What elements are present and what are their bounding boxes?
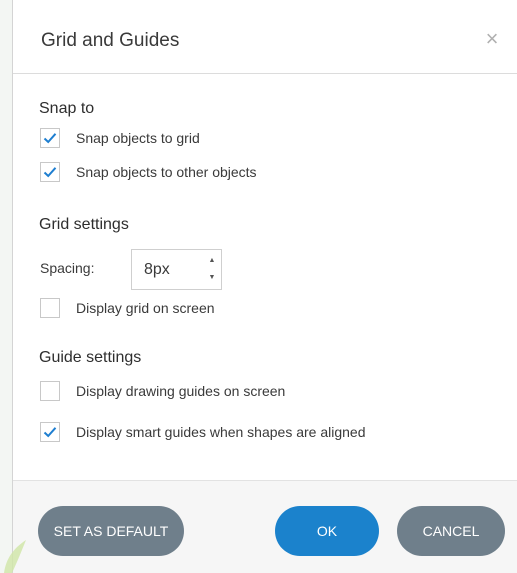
ok-button[interactable]: OK xyxy=(275,506,379,556)
spacing-input[interactable] xyxy=(144,260,199,280)
snap-to-grid-label: Snap objects to grid xyxy=(76,130,200,146)
decorative-leaf-icon xyxy=(4,540,26,573)
snap-to-objects-option[interactable]: Snap objects to other objects xyxy=(40,161,257,183)
increment-arrow-icon[interactable]: ▲ xyxy=(206,253,218,269)
smart-guides-label: Display smart guides when shapes are ali… xyxy=(76,424,366,440)
snap-to-grid-checkbox[interactable] xyxy=(40,128,60,148)
grid-and-guides-dialog: Grid and Guides × Snap to Snap objects t… xyxy=(12,0,517,573)
snap-section-title: Snap to xyxy=(39,100,95,117)
smart-guides-option[interactable]: Display smart guides when shapes are ali… xyxy=(40,421,366,443)
drawing-guides-option[interactable]: Display drawing guides on screen xyxy=(40,380,285,402)
display-grid-checkbox[interactable] xyxy=(40,298,60,318)
snap-to-objects-label: Snap objects to other objects xyxy=(76,164,257,180)
spacing-label: Spacing: xyxy=(40,260,95,276)
display-grid-option[interactable]: Display grid on screen xyxy=(40,297,215,319)
display-grid-label: Display grid on screen xyxy=(76,300,215,316)
close-icon[interactable]: × xyxy=(481,28,503,50)
snap-to-objects-checkbox[interactable] xyxy=(40,162,60,182)
dialog-title-bar: Grid and Guides × xyxy=(13,0,517,74)
cancel-button[interactable]: CANCEL xyxy=(397,506,505,556)
checkmark-icon xyxy=(43,133,57,144)
spacing-arrows: ▲ ▼ xyxy=(206,253,218,286)
drawing-guides-checkbox[interactable] xyxy=(40,381,60,401)
decrement-arrow-icon[interactable]: ▼ xyxy=(206,270,218,286)
background-strip xyxy=(0,0,12,573)
snap-to-grid-option[interactable]: Snap objects to grid xyxy=(40,127,200,149)
smart-guides-checkbox[interactable] xyxy=(40,422,60,442)
guide-section-title: Guide settings xyxy=(39,349,142,366)
drawing-guides-label: Display drawing guides on screen xyxy=(76,383,286,399)
set-as-default-button[interactable]: SET AS DEFAULT xyxy=(38,506,184,556)
grid-section-title: Grid settings xyxy=(39,216,129,233)
checkmark-icon xyxy=(43,427,57,438)
spacing-stepper[interactable]: ▲ ▼ xyxy=(131,249,222,290)
checkmark-icon xyxy=(43,167,57,178)
dialog-title: Grid and Guides xyxy=(41,30,180,51)
